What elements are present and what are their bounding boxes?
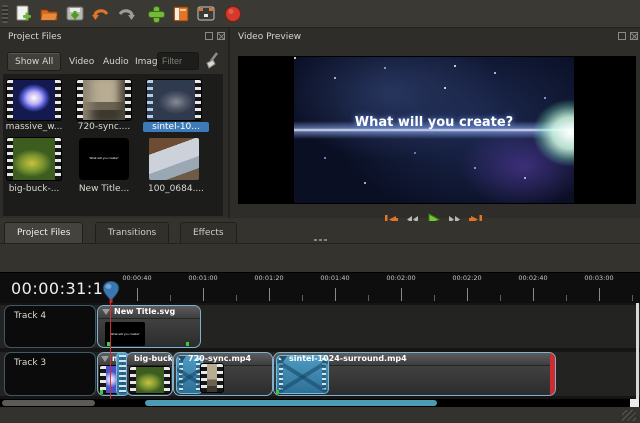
- track-4-header[interactable]: Track 4: [4, 305, 96, 348]
- file-label[interactable]: 100_0684....: [143, 184, 209, 194]
- track-4-lane[interactable]: Track 4 New Title.svg What will you crea…: [0, 305, 640, 348]
- ruler-label: 00:01:40: [310, 274, 360, 282]
- file-label[interactable]: big-buck-...: [1, 184, 67, 194]
- window-resize-grip[interactable]: [622, 410, 636, 421]
- video-title-text: What will you create?: [294, 115, 574, 130]
- playhead-marker[interactable]: [102, 281, 120, 303]
- file-label-selected[interactable]: sintel-10...: [143, 122, 209, 132]
- project-files-title: Project Files: [0, 28, 228, 46]
- clip-trim-edge[interactable]: [550, 353, 555, 396]
- clip-720-sync[interactable]: 720-sync.mp4: [173, 352, 273, 396]
- new-project-icon[interactable]: [12, 3, 34, 25]
- main-toolbar: [0, 0, 640, 28]
- tab-effects[interactable]: Effects: [180, 222, 237, 243]
- file-thumbnail-720sync[interactable]: [77, 80, 131, 120]
- video-frame: What will you create?: [294, 57, 574, 203]
- close-panel-icon[interactable]: [217, 32, 225, 40]
- clip-label: 720-sync.mp4: [188, 354, 251, 363]
- fullscreen-icon[interactable]: [195, 3, 217, 25]
- file-thumbnail-photo[interactable]: [149, 138, 199, 180]
- ruler-label: 00:01:20: [244, 274, 294, 282]
- file-label[interactable]: 720-sync....: [71, 122, 137, 132]
- choose-profile-icon[interactable]: [170, 3, 192, 25]
- save-project-icon[interactable]: [64, 3, 86, 25]
- video-preview-title: Video Preview: [230, 28, 640, 46]
- clip-label: big-buck-: [134, 354, 173, 363]
- ruler-label: 00:02:20: [442, 274, 492, 282]
- status-bar: [0, 407, 640, 423]
- track-3-header[interactable]: Track 3: [4, 352, 96, 396]
- file-thumbnail-massive[interactable]: [7, 80, 61, 120]
- ruler-label: 00:01:00: [178, 274, 228, 282]
- float-panel-icon[interactable]: [205, 32, 213, 40]
- clip-new-title[interactable]: New Title.svg What will you create?: [97, 305, 201, 348]
- lens-flare: [492, 79, 574, 199]
- timeline-canvas[interactable]: Track 4 New Title.svg What will you crea…: [0, 303, 640, 399]
- close-panel-icon[interactable]: [630, 32, 638, 40]
- keyframe-marker: [186, 342, 189, 346]
- float-panel-icon[interactable]: [618, 32, 626, 40]
- horizontal-scroll-thumb[interactable]: [145, 400, 437, 406]
- stars-decoration: [294, 57, 296, 59]
- redo-icon[interactable]: [115, 3, 137, 25]
- tab-project-files[interactable]: Project Files: [4, 222, 83, 243]
- openshot-window: Project Files Show All Video Audio Image…: [0, 0, 640, 423]
- clear-filter-brush-icon[interactable]: [203, 51, 221, 75]
- current-time-display: 00:00:31:15: [11, 279, 114, 298]
- timeline-toolbar: + − 20 seconds: [0, 244, 640, 272]
- selection-overlay: [147, 80, 201, 120]
- clip-big-buck[interactable]: big-buck-: [126, 352, 173, 396]
- clip-label: New Title.svg: [114, 307, 175, 316]
- toolbar-grip[interactable]: [2, 5, 8, 23]
- file-thumbnail-sintel[interactable]: [147, 80, 201, 120]
- undo-icon[interactable]: [90, 3, 112, 25]
- clip-sintel[interactable]: sintel-1024-surround.mp4: [273, 352, 556, 396]
- import-files-icon[interactable]: [145, 3, 167, 25]
- vertical-scrollbar[interactable]: [636, 303, 639, 399]
- playhead-line: [110, 300, 111, 407]
- export-video-icon[interactable]: [222, 3, 244, 25]
- ruler-label: 00:02:40: [508, 274, 558, 282]
- track-names-scroll-thumb[interactable]: [2, 400, 95, 406]
- file-thumbnail-bigbuck[interactable]: [7, 138, 61, 180]
- clip-menu-chevron-icon[interactable]: [102, 309, 110, 315]
- filter-show-all-button[interactable]: Show All: [7, 52, 61, 71]
- tab-transitions[interactable]: Transitions: [95, 222, 169, 243]
- ruler-label: 00:02:00: [376, 274, 426, 282]
- video-preview-viewport: What will you create?: [238, 56, 636, 204]
- project-files-grid: massive_w... 720-sync.... sintel-10... W…: [3, 74, 223, 216]
- filter-input[interactable]: [157, 52, 199, 70]
- panel-divider: [228, 28, 230, 218]
- track-3-lane[interactable]: Track 3 m big-buck-: [0, 352, 640, 396]
- ruler-label: 00:03:00: [574, 274, 624, 282]
- file-label[interactable]: New Title...: [71, 184, 137, 194]
- file-thumbnail-newtitle[interactable]: What will you create?: [79, 138, 129, 180]
- clip-label: sintel-1024-surround.mp4: [289, 354, 407, 363]
- file-label[interactable]: massive_w...: [1, 122, 67, 132]
- splitter-handle[interactable]: [314, 239, 328, 241]
- scrollbar-corner: [630, 399, 639, 407]
- open-project-icon[interactable]: [38, 3, 60, 25]
